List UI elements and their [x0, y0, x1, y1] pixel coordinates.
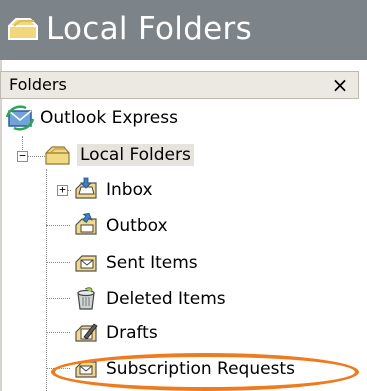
tree-item-sent-items[interactable]: Sent Items — [72, 248, 198, 278]
tree-item-label: Outlook Express — [40, 108, 178, 128]
expand-inbox-toggle[interactable]: + — [57, 184, 68, 196]
outlook-express-icon — [6, 105, 34, 131]
drafts-icon — [75, 323, 98, 342]
tree-connector — [46, 169, 47, 391]
deleted-items-icon — [77, 287, 95, 310]
outbox-icon — [75, 213, 97, 235]
collapse-local-folders-toggle[interactable]: − — [17, 150, 28, 162]
inbox-icon — [75, 177, 97, 199]
folders-header: Folders × — [0, 71, 359, 99]
subscription-folder-icon — [75, 361, 97, 378]
tree-connector — [46, 262, 70, 263]
tree-item-label: Deleted Items — [106, 289, 226, 309]
folder-icon — [8, 18, 38, 40]
sent-items-icon — [75, 255, 97, 272]
tree-item-label: Sent Items — [106, 253, 198, 273]
tree-connector — [46, 332, 70, 333]
tree-item-label: Outbox — [106, 216, 168, 236]
tree-item-label: Inbox — [106, 180, 153, 200]
tree-item-label: Drafts — [106, 323, 158, 343]
folder-icon — [45, 146, 70, 165]
tree-item-inbox[interactable]: Inbox — [72, 175, 153, 205]
tree-connector — [46, 225, 70, 226]
tree-item-outlook-express[interactable]: Outlook Express — [6, 103, 178, 133]
tree-item-label: Local Folders — [77, 144, 194, 166]
tree-connector — [46, 368, 70, 369]
window-title: Local Folders — [46, 11, 253, 47]
title-bar: Local Folders — [0, 0, 367, 60]
folders-header-label: Folders — [9, 75, 67, 94]
tree-connector — [46, 298, 70, 299]
tree-item-subscription-requests[interactable]: Subscription Requests — [72, 354, 295, 384]
close-panel-button[interactable]: × — [330, 73, 350, 97]
tree-item-local-folders[interactable]: Local Folders — [43, 140, 194, 170]
folder-tree: − + Outlook Express Local Folders Inbox — [0, 100, 367, 391]
tree-item-label: Subscription Requests — [106, 359, 295, 379]
tree-item-deleted-items[interactable]: Deleted Items — [72, 284, 226, 314]
tree-item-outbox[interactable]: Outbox — [72, 211, 168, 241]
tree-item-drafts[interactable]: Drafts — [72, 318, 158, 348]
